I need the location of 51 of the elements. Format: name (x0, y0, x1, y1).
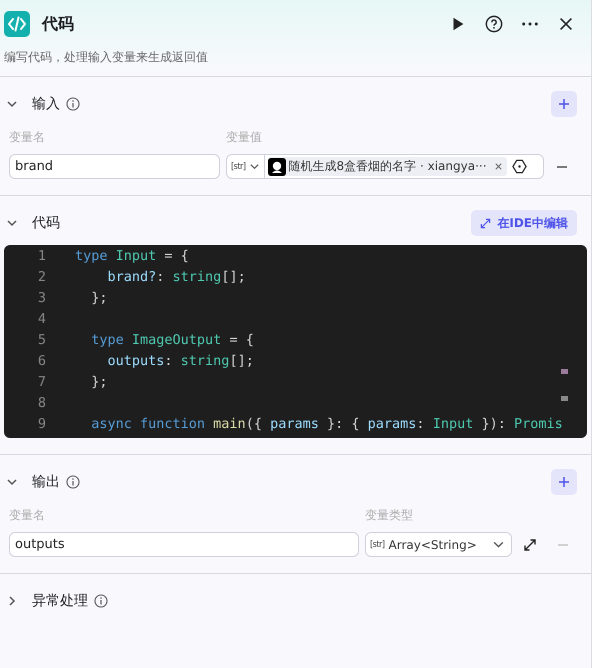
section-title: 异常处理 (32, 592, 88, 610)
add-button[interactable] (551, 469, 577, 495)
code-line: type Input = { (75, 248, 189, 264)
name-field[interactable]: outputs (9, 532, 359, 557)
column-label: 变量值 (226, 129, 262, 146)
value-field[interactable]: [str] 随机生成8盒香烟的名字 · xiangya··· (226, 154, 544, 179)
ide-edit-button[interactable]: 在IDE中编辑 (471, 210, 577, 236)
avatar-icon (268, 158, 286, 176)
node-title: 代码 (42, 14, 74, 34)
section-title: 输出 (32, 473, 60, 491)
column-label: 变量类型 (365, 507, 413, 524)
plus-icon (558, 476, 570, 488)
type-selector[interactable]: [str] (227, 155, 265, 178)
code-editor[interactable]: 1 type Input = { 2 brand?: string[]; 3 }; 4 5 type ImageOutput = { 6 outputs: string[]; 7 }; 8 9 async function main({ params }: { params: Input }): Promis (4, 245, 587, 438)
minimap-mark (561, 396, 568, 401)
info-icon (94, 594, 108, 608)
info-icon (66, 475, 80, 489)
expand-icon[interactable] (523, 538, 537, 552)
reference-tag: 随机生成8盒香烟的名字 · xiangya··· (268, 157, 507, 176)
close-icon[interactable] (557, 15, 575, 33)
line-number: 8 (36, 394, 46, 410)
node-description: 编写代码，处理输入变量来生成返回值 (4, 49, 209, 66)
section-title: 输入 (32, 95, 60, 113)
line-number: 3 (36, 290, 46, 306)
code-line: }; (90, 374, 108, 390)
column-label: 变量名 (9, 507, 46, 524)
line-number: 5 (36, 332, 46, 348)
variable-picker-icon[interactable] (512, 159, 527, 174)
plus-icon (558, 98, 570, 110)
line-number: 4 (36, 310, 46, 326)
add-button[interactable] (551, 91, 577, 117)
code-line: }; (90, 290, 108, 306)
code-icon (4, 11, 30, 37)
section-title: 代码 (32, 214, 60, 232)
code-line: type ImageOutput = { (90, 332, 254, 348)
line-number: 2 (36, 268, 46, 284)
line-number: 1 (36, 248, 46, 264)
code-line: async function main({ params }: { params: Input }): Promis (90, 416, 563, 432)
line-number: 6 (36, 352, 46, 368)
code-line: brand?: string[]; (106, 268, 246, 284)
code-line: outputs: string[]; (106, 352, 254, 368)
help-icon[interactable] (485, 15, 503, 33)
minimap-mark (561, 369, 568, 374)
name-field[interactable]: brand (9, 154, 220, 179)
column-label: 变量名 (9, 129, 46, 146)
info-icon (66, 97, 80, 111)
expand-icon (480, 218, 492, 228)
line-number: 9 (36, 416, 46, 432)
line-number: 7 (36, 374, 46, 390)
type-select[interactable]: [str] Array<String> (365, 532, 512, 557)
caret-icon (248, 161, 260, 172)
